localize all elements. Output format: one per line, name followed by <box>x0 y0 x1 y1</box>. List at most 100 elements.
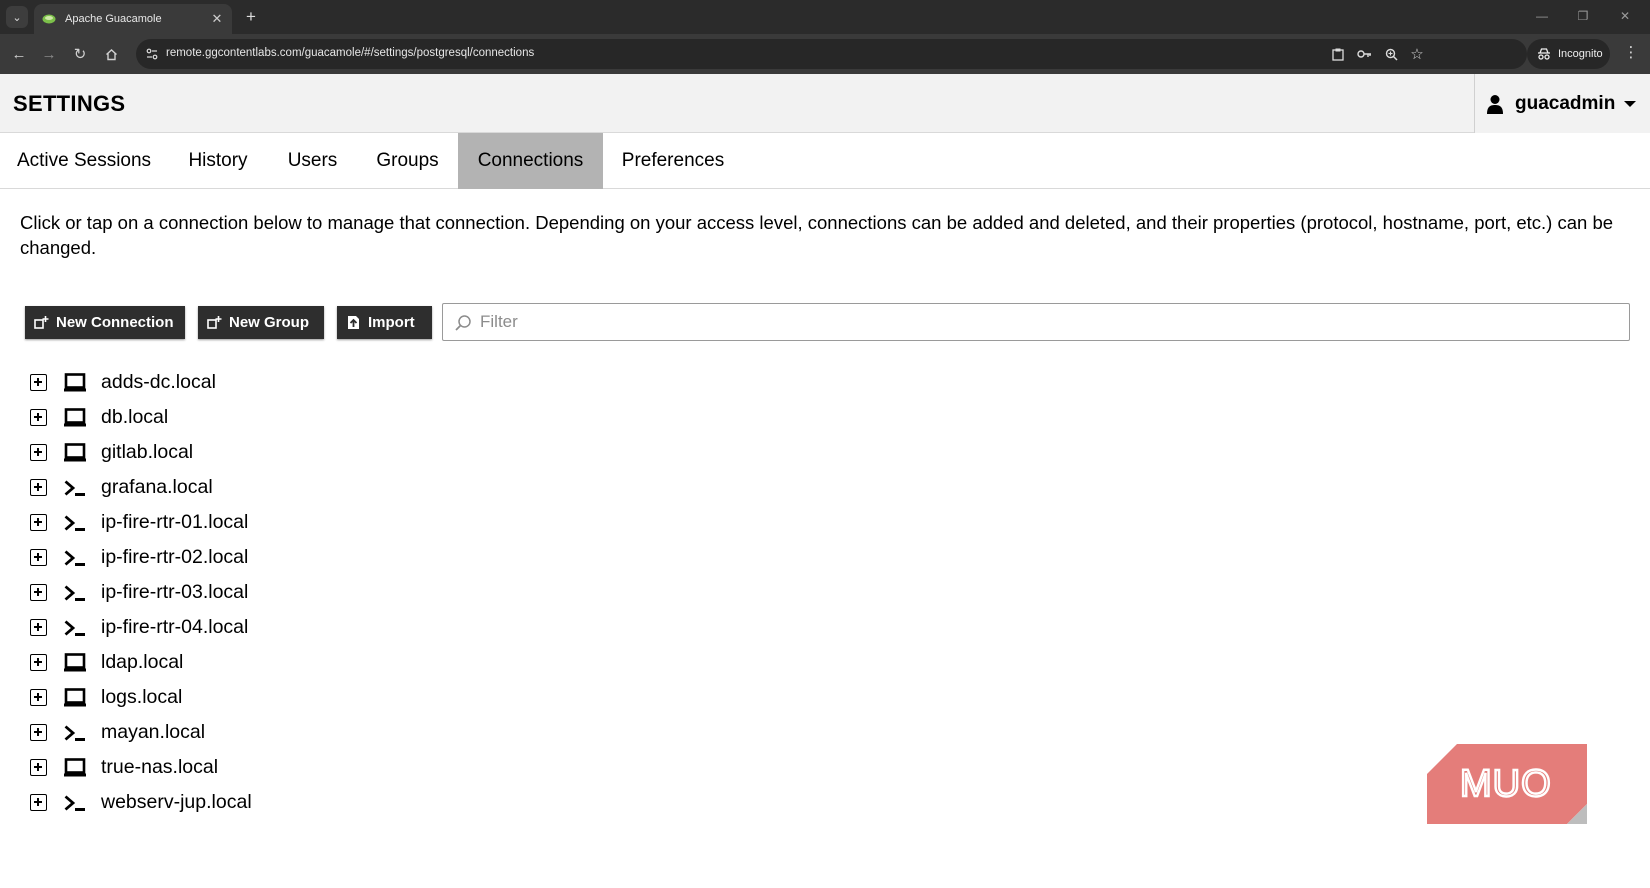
tab-close-icon[interactable]: ✕ <box>210 11 224 27</box>
window-close-icon[interactable]: ✕ <box>1616 9 1634 23</box>
new-connection-button[interactable]: New Connection <box>25 306 185 339</box>
url-text[interactable]: remote.ggcontentlabs.com/guacamole/#/set… <box>166 47 534 59</box>
address-bar[interactable]: remote.ggcontentlabs.com/guacamole/#/set… <box>136 39 1527 69</box>
tab-preferences[interactable]: Preferences <box>603 133 743 189</box>
username: guacadmin <box>1515 92 1616 114</box>
expand-plus-icon[interactable] <box>30 654 47 671</box>
connection-name[interactable]: ip-fire-rtr-02.local <box>101 546 248 569</box>
reload-icon[interactable]: ↻ <box>69 43 91 65</box>
terminal-icon <box>63 547 87 569</box>
expand-plus-icon[interactable] <box>30 444 47 461</box>
list-item[interactable]: gitlab.local <box>28 435 628 470</box>
expand-plus-icon[interactable] <box>30 619 47 636</box>
expand-plus-icon[interactable] <box>30 514 47 531</box>
site-settings-icon[interactable] <box>145 47 159 61</box>
minimize-icon[interactable]: — <box>1533 9 1551 23</box>
expand-plus-icon[interactable] <box>30 374 47 391</box>
list-item[interactable]: grafana.local <box>28 470 628 505</box>
tab-groups[interactable]: Groups <box>357 133 458 189</box>
list-item[interactable]: webserv-jup.local <box>28 785 628 820</box>
guacamole-favicon-icon <box>42 14 56 24</box>
password-key-icon[interactable] <box>1355 45 1373 63</box>
new-group-label: New Group <box>229 314 310 331</box>
restore-icon[interactable]: ❐ <box>1574 9 1592 23</box>
muo-watermark-logo: MUO <box>1427 744 1587 824</box>
terminal-icon <box>63 722 87 744</box>
expand-plus-icon[interactable] <box>30 724 47 741</box>
monitor-icon <box>63 442 87 464</box>
connection-name[interactable]: webserv-jup.local <box>101 791 252 814</box>
connection-name[interactable]: ip-fire-rtr-03.local <box>101 581 248 604</box>
connection-name[interactable]: ip-fire-rtr-04.local <box>101 616 248 639</box>
terminal-icon <box>63 617 87 639</box>
expand-plus-icon[interactable] <box>30 409 47 426</box>
terminal-icon <box>63 512 87 534</box>
import-label: Import <box>368 314 415 331</box>
tab-connections[interactable]: Connections <box>458 133 603 189</box>
connection-list: adds-dc.local db.local gitlab.local graf… <box>28 365 628 820</box>
settings-tab-bar: Active Sessions History Users Groups Con… <box>0 133 1650 189</box>
list-item[interactable]: ip-fire-rtr-03.local <box>28 575 628 610</box>
tab-history[interactable]: History <box>168 133 268 189</box>
expand-plus-icon[interactable] <box>30 549 47 566</box>
connection-name[interactable]: mayan.local <box>101 721 205 744</box>
connection-name[interactable]: true-nas.local <box>101 756 218 779</box>
page-title: SETTINGS <box>13 91 126 116</box>
list-item[interactable]: ip-fire-rtr-02.local <box>28 540 628 575</box>
terminal-icon <box>63 477 87 499</box>
svg-text:MUO: MUO <box>1460 763 1552 805</box>
tab-search-button[interactable]: ⌄ <box>6 6 28 28</box>
list-item[interactable]: db.local <box>28 400 628 435</box>
filter-field[interactable] <box>442 303 1630 341</box>
browser-toolbar: ← → ↻ remote.ggcontentlabs.com/guacamole… <box>0 34 1650 74</box>
list-item[interactable]: mayan.local <box>28 715 628 750</box>
new-tab-button[interactable]: + <box>241 7 261 27</box>
search-icon <box>455 315 471 331</box>
tab-title: Apache Guacamole <box>65 13 162 25</box>
connection-name[interactable]: ip-fire-rtr-01.local <box>101 511 248 534</box>
browser-tab[interactable]: Apache Guacamole ✕ <box>34 4 232 34</box>
list-item[interactable]: true-nas.local <box>28 750 628 785</box>
incognito-indicator[interactable]: Incognito <box>1527 39 1610 69</box>
bookmark-star-icon[interactable]: ☆ <box>1408 45 1426 63</box>
home-icon[interactable] <box>100 43 122 65</box>
connection-name[interactable]: ldap.local <box>101 651 183 674</box>
connection-name[interactable]: gitlab.local <box>101 441 193 464</box>
new-group-button[interactable]: New Group <box>198 306 324 339</box>
tab-active-sessions[interactable]: Active Sessions <box>0 133 168 189</box>
user-menu[interactable]: guacadmin <box>1474 74 1650 133</box>
caret-down-icon <box>1624 100 1636 107</box>
user-icon <box>1487 94 1503 114</box>
monitor-icon <box>63 757 87 779</box>
list-item[interactable]: ip-fire-rtr-01.local <box>28 505 628 540</box>
import-icon <box>348 316 359 329</box>
forward-arrow-icon[interactable]: → <box>38 43 60 65</box>
back-arrow-icon[interactable]: ← <box>8 43 30 65</box>
connection-name[interactable]: db.local <box>101 406 168 429</box>
list-item[interactable]: logs.local <box>28 680 628 715</box>
connection-name[interactable]: grafana.local <box>101 476 213 499</box>
expand-plus-icon[interactable] <box>30 759 47 776</box>
tab-users[interactable]: Users <box>268 133 357 189</box>
expand-plus-icon[interactable] <box>30 794 47 811</box>
list-item[interactable]: adds-dc.local <box>28 365 628 400</box>
incognito-label: Incognito <box>1558 48 1603 60</box>
monitor-icon <box>63 687 87 709</box>
expand-plus-icon[interactable] <box>30 479 47 496</box>
expand-plus-icon[interactable] <box>30 689 47 706</box>
import-button[interactable]: Import <box>337 306 432 339</box>
browser-tab-strip: ⌄ Apache Guacamole ✕ + — ❐ ✕ <box>0 0 1650 34</box>
browser-menu-icon[interactable]: ⋮ <box>1622 43 1640 65</box>
app-header: SETTINGS guacadmin <box>0 74 1650 133</box>
list-item[interactable]: ip-fire-rtr-04.local <box>28 610 628 645</box>
list-item[interactable]: ldap.local <box>28 645 628 680</box>
zoom-icon[interactable] <box>1382 45 1400 63</box>
filter-input[interactable] <box>480 304 1620 340</box>
connections-description: Click or tap on a connection below to ma… <box>20 212 1614 258</box>
connection-name[interactable]: adds-dc.local <box>101 371 216 394</box>
expand-plus-icon[interactable] <box>30 584 47 601</box>
new-group-icon <box>207 316 222 329</box>
connection-name[interactable]: logs.local <box>101 686 182 709</box>
chevron-down-icon: ⌄ <box>12 11 22 24</box>
clipboard-icon[interactable] <box>1329 45 1347 63</box>
